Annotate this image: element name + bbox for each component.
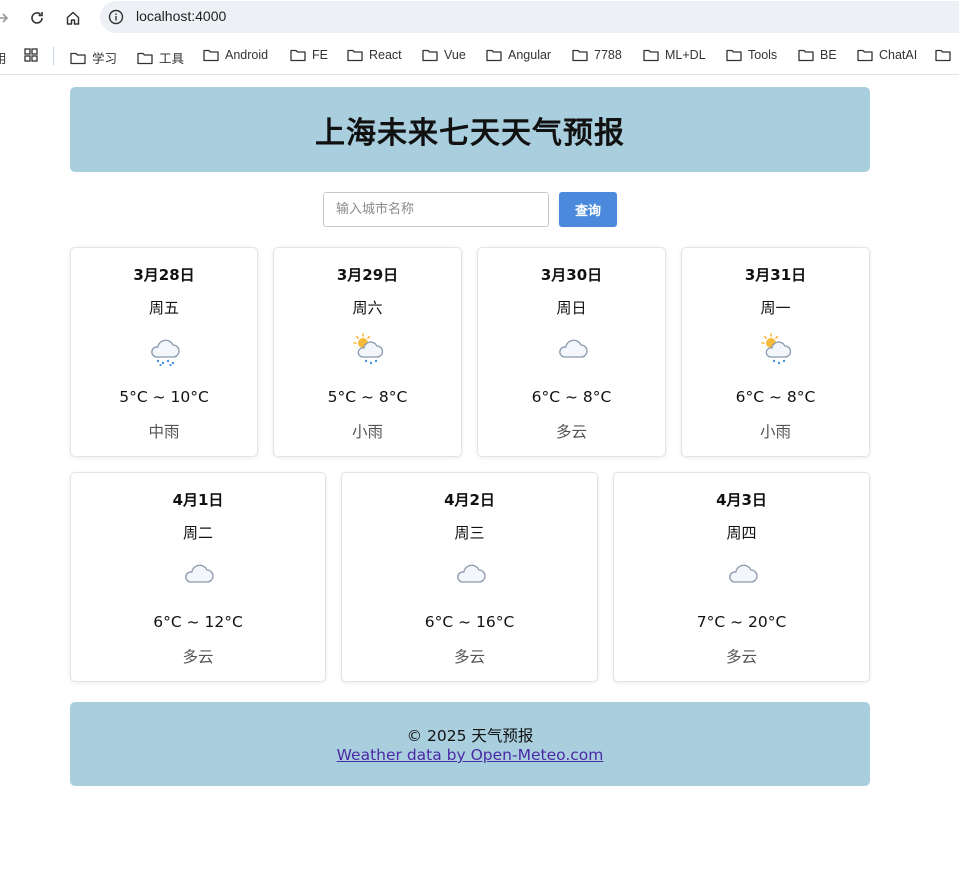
copyright-text: © 2025 天气预报 [406, 727, 534, 745]
forecast-condition: 小雨 [351, 423, 383, 441]
sun-rain-icon [760, 333, 791, 365]
city-search-input[interactable] [323, 192, 549, 227]
forecast-date: 3月30日 [540, 266, 603, 284]
forecast-condition: 多云 [555, 423, 587, 441]
bookmark-folder[interactable]: BE [798, 48, 837, 62]
forecast-condition: 多云 [725, 648, 757, 666]
folder-icon [935, 49, 951, 62]
rain-cloud-icon [151, 339, 180, 366]
url-text[interactable]: localhost:4000 [136, 8, 226, 24]
cloud-icon [185, 564, 214, 583]
reload-button[interactable] [25, 6, 49, 30]
forecast-temperature: 6°C ~ 8°C [531, 388, 612, 406]
apps-grid-icon [24, 48, 38, 62]
folder-icon [572, 49, 588, 62]
bookmark-folder[interactable]: FE [290, 48, 328, 62]
folder-icon [290, 49, 306, 62]
forecast-temperature: 7°C ~ 20°C [696, 613, 787, 631]
forecast-weekday: 周四 [726, 524, 757, 542]
page-title: 上海未来七天天气预报 [315, 115, 625, 151]
forecast-date: 3月31日 [744, 266, 807, 284]
forecast-card: 3月31日周一 6°C ~ 8°C 小雨 [681, 247, 870, 457]
bookmark-partial[interactable]: 用 [0, 48, 7, 67]
forecast-condition: 小雨 [759, 423, 791, 441]
forecast-temperature: 5°C ~ 10°C [119, 388, 209, 406]
forecast-date: 4月1日 [172, 491, 224, 509]
folder-icon [643, 49, 659, 62]
bookmark-folder[interactable]: Vue [422, 48, 466, 62]
search-button[interactable]: 查询 [559, 192, 617, 227]
folder-icon [137, 52, 153, 64]
open-meteo-link[interactable]: Weather data by Open-Meteo.com [70, 746, 870, 764]
arrow-right-icon [0, 13, 9, 23]
forecast-card: 3月30日周日 6°C ~ 8°C 多云 [477, 247, 666, 457]
bookmark-folder[interactable]: 7788 [572, 48, 622, 62]
forecast-date: 3月29日 [336, 266, 399, 284]
cloud-icon [728, 564, 758, 583]
folder-icon [347, 49, 363, 62]
forward-button[interactable] [0, 6, 14, 30]
browser-toolbar: localhost:4000 [0, 0, 959, 36]
forecast-condition: 多云 [453, 648, 485, 666]
home-button[interactable] [61, 6, 85, 30]
reload-icon [31, 12, 43, 24]
home-icon [66, 11, 80, 25]
forecast-weekday: 周日 [556, 299, 587, 317]
forecast-card: 4月2日周三 6°C ~ 16°C 多云 [341, 472, 598, 682]
forecast-weekday: 周二 [182, 524, 213, 542]
forecast-date: 4月3日 [716, 491, 767, 509]
forecast-temperature: 6°C ~ 16°C [424, 613, 515, 631]
forecast-card: 4月1日周二 6°C ~ 12°C 多云 [70, 472, 326, 682]
folder-icon [798, 49, 814, 62]
cloud-icon [558, 339, 588, 358]
apps-button[interactable] [24, 48, 38, 62]
forecast-date: 4月2日 [444, 491, 495, 509]
bookmark-folder[interactable]: ChatAI [857, 48, 917, 62]
cloud-icon [456, 564, 486, 583]
forecast-temperature: 5°C ~ 8°C [327, 388, 408, 406]
forecast-card: 4月3日周四 7°C ~ 20°C 多云 [613, 472, 870, 682]
forecast-condition: 多云 [182, 648, 214, 666]
page-footer: © 2025 天气预报 Weather data by Open-Meteo.c… [70, 702, 870, 786]
folder-icon [422, 49, 438, 62]
forecast-weekday: 周六 [352, 299, 383, 317]
forecast-date: 3月28日 [133, 266, 195, 284]
bookmark-folder[interactable]: Android [203, 48, 268, 62]
forecast-weekday: 周一 [760, 299, 791, 317]
forecast-temperature: 6°C ~ 8°C [735, 388, 816, 406]
folder-icon [70, 52, 86, 64]
folder-icon [203, 49, 219, 62]
bookmark-folder[interactable]: ML+DL [643, 48, 706, 62]
folder-icon [857, 49, 873, 62]
page-header: 上海未来七天天气预报 [70, 87, 870, 172]
bookmarks-bar: 用 学习 工具 Android FE React Vue Angular 7788 ML+DL T… [0, 40, 959, 72]
bookmark-folder[interactable]: Tools [726, 48, 777, 62]
bookmark-folder[interactable]: Angular [486, 48, 551, 62]
forecast-weekday: 周五 [148, 299, 179, 317]
folder-icon [486, 49, 502, 62]
forecast-weekday: 周三 [454, 524, 485, 542]
sun-rain-icon [352, 333, 383, 365]
forecast-card: 3月29日周六 5°C ~ 8°C 小雨 [273, 247, 462, 457]
info-icon[interactable] [108, 9, 124, 25]
folder-icon [726, 49, 742, 62]
forecast-card: 3月28日周五 5°C ~ 10°C 中雨 [70, 247, 258, 457]
forecast-condition: 中雨 [148, 423, 180, 441]
bookmark-folder[interactable]: 学习 [70, 48, 117, 67]
bookmarks-separator [53, 47, 54, 65]
bookmark-folder[interactable]: 工具 [137, 48, 184, 67]
bookmark-folder-overflow[interactable] [935, 48, 951, 62]
chrome-divider [0, 74, 959, 75]
forecast-temperature: 6°C ~ 12°C [153, 613, 243, 631]
address-bar[interactable]: localhost:4000 [100, 1, 959, 33]
bookmark-folder[interactable]: React [347, 48, 402, 62]
